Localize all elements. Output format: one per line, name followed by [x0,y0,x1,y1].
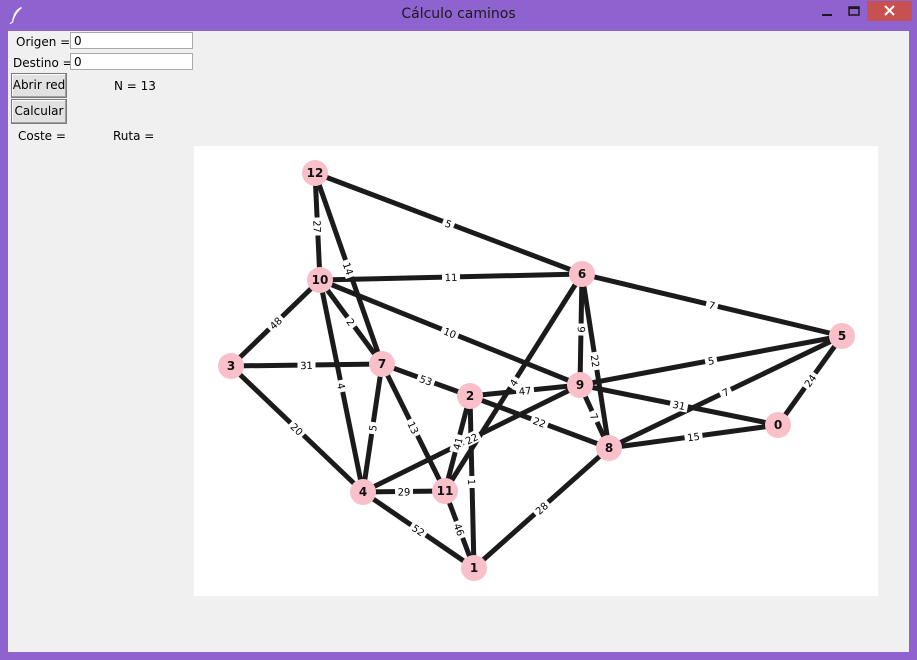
calcular-button[interactable]: Calcular [11,99,67,124]
window-title: Cálculo caminos [401,6,516,22]
edge-labels-layer: 5271411210484762243120535 134722411531722… [264,215,821,541]
edge-weight-9-0: 31 [668,397,690,413]
edge-weight-text: 11 [445,273,458,284]
node-label: 7 [378,357,386,371]
close-button[interactable] [867,1,912,21]
node-label: 6 [578,267,586,281]
ruta-label: Ruta = [113,129,155,143]
destino-input[interactable] [70,53,193,70]
node-5: 5 [829,323,855,349]
edge-weight-6-5: 7 [704,297,720,313]
node-label: 4 [359,485,367,499]
edge-weight-7-2: 53 [415,371,437,389]
node-label: 2 [466,389,474,403]
minimize-icon [822,14,832,16]
node-label: 3 [227,359,235,373]
maximize-button[interactable] [840,1,868,21]
close-icon [884,5,895,16]
coste-label: Coste = [18,129,66,143]
abrir-red-button[interactable]: Abrir red [11,73,67,98]
edge-weight-text: 27 [310,220,322,233]
edge-weight-11-1: 46 [451,518,469,541]
minimize-button[interactable] [810,1,844,21]
node-12: 12 [302,160,328,186]
edge-weight-12-6: 5 [440,215,457,232]
graph-canvas: 5 27 14 11 2 10 48 4 7 6 22 4 31 20 53 5 13 47 22 41 1 5 31 7 22… [194,146,878,596]
node-1: 1 [461,555,487,581]
edge-weight-text: 29 [398,487,411,498]
network-graph: 5271411210484762243120535 134722411531722… [218,160,855,581]
origen-label: Origen = [16,35,71,49]
maximize-icon [848,6,860,16]
edge-weight-9-5: 5 [703,353,719,368]
node-label: 10 [312,273,329,287]
edge-weight-6-8: 22 [588,351,603,371]
edge-weight-10-6: 11 [441,270,461,284]
edge-weight-text: 1 [465,479,476,486]
node-9: 9 [567,372,593,398]
node-label: 0 [774,418,782,432]
node-label: 9 [576,378,584,392]
node-3: 3 [218,353,244,379]
node-7: 7 [369,351,395,377]
edge-weight-text: 31 [671,400,686,413]
edge-weight-8-0: 15 [683,429,704,445]
node-2: 2 [457,383,483,409]
edge-weight-10-9: 10 [439,323,461,342]
edge-weight-12-10: 27 [310,217,324,236]
client-area: Origen = Destino = Abrir red N = 13 Calc… [8,31,909,652]
edge-weight-2-1: 1 [465,475,479,489]
title-bar[interactable]: Cálculo caminos [0,0,917,31]
node-6: 6 [569,261,595,287]
edge-weight-text: 22 [588,354,601,368]
node-10: 10 [307,267,333,293]
edge-weight-7-4: 5 [365,421,380,435]
edge-weight-4-11: 29 [394,485,414,499]
node-label: 8 [605,441,613,455]
edge-weight-text: 15 [687,432,701,445]
app-window: Cálculo caminos Origen = Destino = Abrir… [0,0,917,660]
origen-input[interactable] [70,32,193,49]
node-label: 12 [307,166,324,180]
node-label: 11 [437,484,454,498]
node-label: 1 [470,561,478,575]
edge-weight-6-9: 6 [574,323,588,336]
edge-weight-2-9: 47 [515,383,535,398]
edge-weight-text: 31 [300,361,313,372]
node-4: 4 [350,479,376,505]
node-0: 0 [765,412,791,438]
node-label: 5 [838,329,846,343]
edge-weight-text: 47 [518,386,532,398]
edge-weight-3-7: 31 [297,358,316,372]
edge-weight-12-7: 14 [340,258,358,279]
node-11: 11 [432,478,458,504]
edge-weight-2-8: 22 [528,413,551,431]
edge-weight-text: 6 [577,326,588,333]
edge-weight-10-4: 4 [334,378,349,394]
node-8: 8 [596,435,622,461]
destino-label: Destino = [13,56,73,70]
node-count-label: N = 13 [114,79,156,93]
